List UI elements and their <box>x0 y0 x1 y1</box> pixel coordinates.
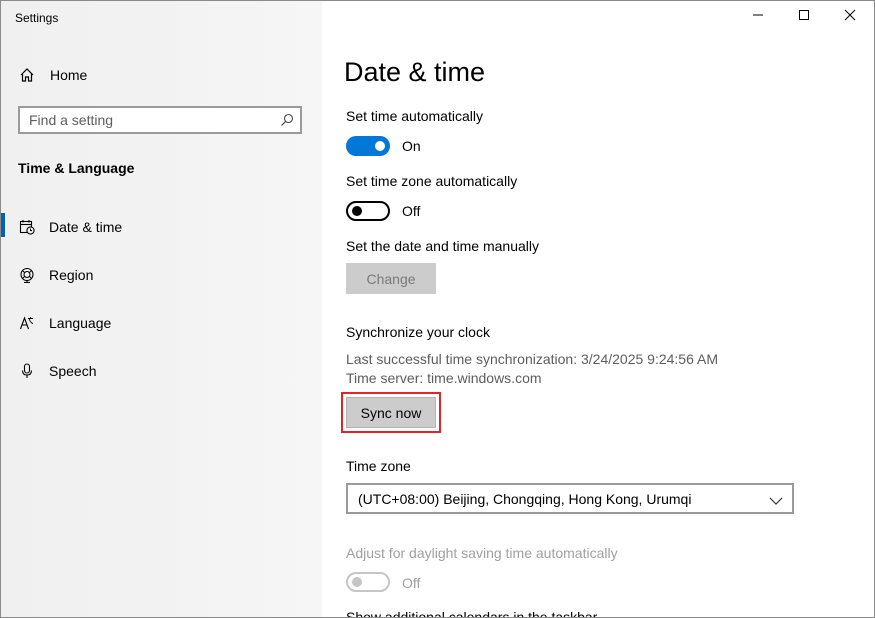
set-time-auto-toggle[interactable] <box>346 136 390 156</box>
app-title: Settings <box>15 11 59 25</box>
toggle-knob <box>352 206 362 216</box>
chevron-down-icon <box>769 493 783 505</box>
time-zone-value: (UTC+08:00) Beijing, Chongqing, Hong Kon… <box>358 491 692 507</box>
sync-heading: Synchronize your clock <box>346 324 490 340</box>
set-timezone-auto-label: Set time zone automatically <box>346 173 518 189</box>
set-time-auto-state: On <box>402 138 421 154</box>
sidebar-item-label: Region <box>49 267 94 283</box>
settings-window: Settings Home Time & Language <box>0 0 875 618</box>
sidebar-item-label: Date & time <box>49 219 123 235</box>
globe-icon <box>19 267 35 283</box>
last-sync-text: Last successful time synchronization: 3/… <box>346 351 718 367</box>
manual-datetime-label: Set the date and time manually <box>346 238 540 254</box>
change-button[interactable]: Change <box>346 263 436 294</box>
microphone-icon <box>19 363 35 379</box>
search-icon[interactable] <box>280 113 294 127</box>
additional-calendars-label: Show additional calendars in the taskbar <box>346 610 597 617</box>
main-content: Date & time Set time automatically On Se… <box>322 1 874 617</box>
set-time-auto-label: Set time automatically <box>346 108 483 124</box>
time-zone-select[interactable]: (UTC+08:00) Beijing, Chongqing, Hong Kon… <box>346 483 794 514</box>
daylight-saving-label: Adjust for daylight saving time automati… <box>346 545 618 561</box>
sidebar: Settings Home Time & Language <box>1 1 322 617</box>
time-server-text: Time server: time.windows.com <box>346 370 542 386</box>
language-icon <box>19 315 35 331</box>
sidebar-item-region[interactable]: Region <box>1 255 322 295</box>
set-timezone-auto-state: Off <box>402 203 421 219</box>
home-label: Home <box>50 67 88 83</box>
sidebar-item-date-time[interactable]: Date & time <box>1 207 322 247</box>
time-zone-label: Time zone <box>346 458 411 474</box>
home-nav-item[interactable]: Home <box>1 55 322 95</box>
sidebar-item-label: Language <box>49 315 112 331</box>
calendar-clock-icon <box>19 219 35 235</box>
toggle-knob <box>352 577 362 587</box>
toggle-knob <box>375 141 385 151</box>
sidebar-item-speech[interactable]: Speech <box>1 351 322 391</box>
search-box[interactable] <box>18 106 302 134</box>
daylight-saving-toggle <box>346 572 390 592</box>
sidebar-item-language[interactable]: Language <box>1 303 322 343</box>
sync-now-button[interactable]: Sync now <box>346 397 436 428</box>
section-title: Time & Language <box>18 160 135 176</box>
set-timezone-auto-toggle[interactable] <box>346 201 390 221</box>
home-icon <box>19 67 35 83</box>
page-title: Date & time <box>344 57 486 87</box>
sidebar-item-label: Speech <box>49 363 97 379</box>
daylight-saving-state: Off <box>402 575 421 591</box>
search-input[interactable] <box>29 111 269 129</box>
